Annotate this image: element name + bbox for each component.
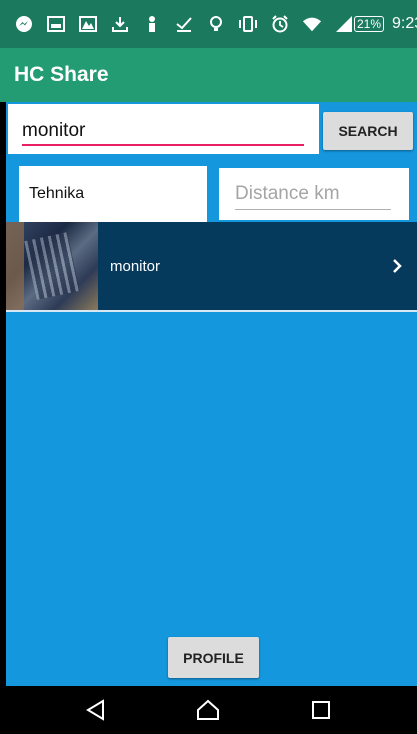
app-bar: HC Share xyxy=(0,48,417,102)
profile-button[interactable]: PROFILE xyxy=(168,637,259,678)
search-input[interactable] xyxy=(22,116,304,146)
home-icon[interactable] xyxy=(184,686,232,734)
distance-input[interactable] xyxy=(235,180,391,208)
distance-field-box xyxy=(219,168,409,220)
distance-input-underline xyxy=(235,209,391,210)
messenger-icon xyxy=(14,14,34,34)
list-item[interactable]: monitor xyxy=(6,222,417,312)
wifi-icon xyxy=(302,14,322,34)
bulb-icon xyxy=(206,14,226,34)
category-label: Tehnika xyxy=(29,185,85,202)
figure-icon xyxy=(142,14,162,34)
search-box xyxy=(8,104,319,154)
status-bar: 21% 9:23 xyxy=(0,0,417,48)
category-selector[interactable]: Tehnika xyxy=(19,166,207,222)
battery-indicator: 21% xyxy=(354,16,385,32)
gallery-icon xyxy=(46,14,66,34)
signal-icon xyxy=(334,14,354,34)
navigation-bar xyxy=(0,686,417,734)
item-thumbnail xyxy=(6,222,98,310)
recents-icon[interactable] xyxy=(297,686,345,734)
download-icon xyxy=(110,14,130,34)
item-label: monitor xyxy=(110,257,161,275)
back-icon[interactable] xyxy=(72,686,120,734)
image-icon xyxy=(78,14,98,34)
app-title: HC Share xyxy=(14,63,109,86)
clock: 9:23 xyxy=(392,15,417,32)
search-input-underline xyxy=(22,144,304,146)
chevron-right-icon xyxy=(377,258,417,274)
alarm-icon xyxy=(270,14,290,34)
status-right: 21% 9:23 xyxy=(354,15,417,33)
status-icons xyxy=(14,14,354,34)
search-button[interactable]: SEARCH xyxy=(323,112,413,150)
vibrate-icon xyxy=(238,14,258,34)
main-content: SEARCH Tehnika monitor PROFILE xyxy=(6,102,417,686)
checkmark-icon xyxy=(174,14,194,34)
